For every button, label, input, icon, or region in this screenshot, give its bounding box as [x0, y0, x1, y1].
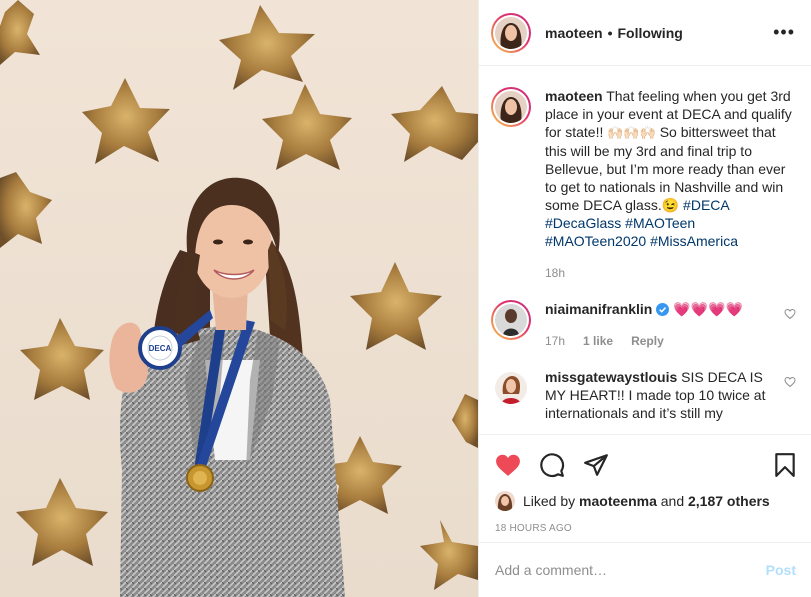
- post-sidebar: maoteen • Following ••• maoteen That fee…: [478, 0, 811, 597]
- likes-count[interactable]: 2,187 others: [688, 493, 770, 509]
- comment-time[interactable]: 17h: [545, 332, 565, 350]
- avatar-photo: [495, 491, 515, 511]
- more-options-icon[interactable]: •••: [773, 22, 795, 43]
- like-comment-icon[interactable]: [784, 308, 796, 320]
- comment-meta: 17h 1 like Reply: [545, 332, 776, 350]
- caption-meta: 18h: [545, 264, 796, 282]
- header-username[interactable]: maoteen: [545, 25, 603, 41]
- post-header: maoteen • Following •••: [479, 0, 811, 66]
- post-comment-button[interactable]: Post: [766, 562, 796, 578]
- avatar-photo: [495, 16, 527, 49]
- hashtag-link[interactable]: #MAOTeen2020: [545, 233, 646, 249]
- comment-item: missgatewaystlouis SIS DECA IS MY HEART!…: [491, 368, 796, 422]
- liked-and-label: and: [660, 493, 685, 509]
- save-bookmark-icon[interactable]: [774, 452, 796, 478]
- verified-badge-icon: [656, 303, 670, 316]
- hashtag-link[interactable]: #DECA: [683, 197, 729, 213]
- caption: maoteen That feeling when you get 3rd pl…: [491, 87, 796, 282]
- liked-by-user[interactable]: maoteenma: [579, 493, 657, 509]
- comment-username[interactable]: niaimanifranklin: [545, 301, 652, 317]
- medal-label: DECA: [149, 344, 172, 353]
- raised-hands-emoji: 🙌🏻🙌🏻🙌🏻: [607, 125, 656, 140]
- comment-username[interactable]: missgatewaystlouis: [545, 369, 677, 385]
- post-photo[interactable]: DECA: [0, 0, 478, 597]
- header-separator: •: [607, 24, 613, 41]
- photo-illustration: DECA: [0, 0, 478, 597]
- hashtag-link[interactable]: #MAOTeen: [625, 215, 695, 231]
- like-comment-icon[interactable]: [784, 376, 796, 388]
- comment-avatar[interactable]: [491, 300, 531, 340]
- add-comment-bar: Post: [479, 542, 811, 597]
- avatar-photo: [495, 304, 527, 336]
- caption-time[interactable]: 18h: [545, 264, 565, 282]
- comment-avatar[interactable]: [491, 368, 531, 408]
- avatar-photo: [495, 372, 527, 404]
- hashtag-link[interactable]: #MissAmerica: [650, 233, 738, 249]
- post-actions: Liked by maoteenma and 2,187 others 18 H…: [479, 434, 811, 534]
- following-button[interactable]: Following: [617, 25, 682, 41]
- liker-avatar[interactable]: [495, 491, 515, 511]
- caption-text: maoteen That feeling when you get 3rd pl…: [545, 87, 796, 250]
- share-icon[interactable]: [583, 453, 609, 477]
- like-heart-icon[interactable]: [495, 453, 521, 477]
- avatar[interactable]: [491, 12, 531, 53]
- wink-emoji: 😉: [661, 197, 680, 213]
- comments-list[interactable]: maoteen That feeling when you get 3rd pl…: [479, 67, 811, 434]
- comment-likes[interactable]: 1 like: [583, 332, 613, 350]
- comment-icon[interactable]: [539, 452, 565, 478]
- comment-item: niaimanifranklin 💗💗💗💗 17h 1 like Reply: [491, 300, 796, 350]
- post-timestamp[interactable]: 18 HOURS AGO: [495, 523, 796, 534]
- caption-avatar[interactable]: [491, 87, 531, 127]
- reply-button[interactable]: Reply: [631, 332, 664, 350]
- comment-input[interactable]: [495, 562, 766, 578]
- caption-username[interactable]: maoteen: [545, 88, 603, 104]
- liked-by-label: Liked by: [523, 493, 576, 509]
- post-container: DECA maoteen • Following ••• maoteen Tha…: [0, 0, 811, 597]
- likes-summary: Liked by maoteenma and 2,187 others: [495, 491, 796, 511]
- comment-text: 💗💗💗💗: [673, 301, 743, 317]
- hashtag-link[interactable]: #DecaGlass: [545, 215, 621, 231]
- avatar-photo: [495, 91, 527, 123]
